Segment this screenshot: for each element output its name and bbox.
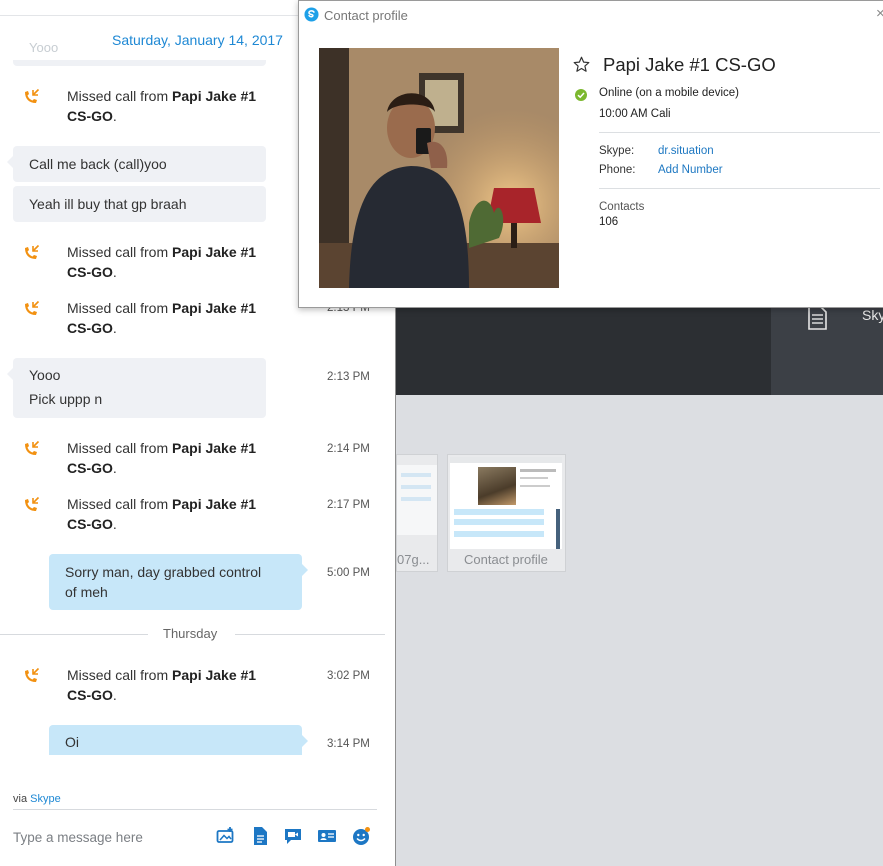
message-text: Yooo (29, 367, 61, 383)
thumbnail-preview (397, 465, 437, 535)
message-timestamp: 5:00 PM (327, 567, 370, 579)
thumbnail-label: Contact profile (464, 552, 548, 567)
missed-call-icon (25, 496, 40, 511)
message-text: Sorry man, day grabbed control (65, 564, 262, 580)
window-title: Contact profile (324, 8, 408, 23)
message-timestamp: 3:14 PM (327, 738, 370, 750)
add-number-link[interactable]: Add Number (658, 164, 723, 176)
skype-logo-icon (304, 7, 319, 22)
message-text: Call me back (call)yoo (29, 156, 167, 172)
message-input[interactable] (13, 826, 203, 848)
taskbar-thumbnail-contact-profile[interactable]: Contact profile (447, 454, 566, 572)
message-timestamp: 2:17 PM (327, 499, 370, 511)
star-icon[interactable] (573, 56, 590, 73)
incoming-message[interactable]: Yooo Pick uppp n (7, 358, 266, 418)
missed-call-icon (25, 300, 40, 315)
contact-name: Papi Jake #1 CS-GO (603, 54, 776, 75)
message-timestamp: 2:14 PM (327, 443, 370, 455)
faded-message: Yooo (29, 40, 59, 55)
day-separator-line (0, 634, 148, 635)
contact-card-icon[interactable] (317, 826, 337, 846)
missed-call-icon (25, 88, 40, 103)
day-separator-line (235, 634, 385, 635)
compose-divider (13, 809, 377, 810)
contact-profile-window: Contact profile × Papi Jake #1 CS-GO Onl… (298, 0, 883, 308)
missed-call-event: Missed call from Papi Jake #1 CS-GO. 2:17… (0, 494, 395, 536)
missed-call-event: Missed call from Papi Jake #1 CS-GO. 2:14… (0, 438, 395, 480)
message-text: Oi (65, 734, 79, 750)
message-text: Pick uppp n (29, 391, 103, 407)
missed-call-icon (25, 667, 40, 682)
bubble-tail (7, 368, 13, 380)
missed-call-text: Missed call from Papi Jake #1 CS-GO. (67, 244, 257, 280)
section-divider (599, 188, 880, 189)
bubble-tail (7, 156, 13, 168)
online-status-icon (575, 89, 587, 101)
missed-call-icon (25, 244, 40, 259)
missed-call-icon (25, 440, 40, 455)
close-button[interactable]: × (876, 5, 883, 22)
media-icon[interactable] (216, 826, 236, 846)
emoji-icon[interactable] (351, 826, 371, 846)
date-header: Saturday, January 14, 2017 (112, 32, 283, 48)
thumbnail-label: 07g... (397, 552, 430, 567)
day-separator-label: Thursday (163, 626, 218, 641)
taskbar-thumbnail[interactable]: 07g... (396, 454, 438, 572)
message-text: Yeah ill buy that gp braah (29, 196, 187, 212)
presence-status: Online (on a mobile device) (599, 87, 739, 99)
contacts-count: 106 (599, 216, 619, 228)
video-message-icon[interactable] (283, 826, 303, 846)
document-icon (808, 306, 827, 330)
missed-call-event: Missed call from Papi Jake #1 CS-GO. 3:02… (0, 665, 395, 707)
missed-call-text: Missed call from Papi Jake #1 CS-GO. (67, 496, 257, 532)
outgoing-message[interactable]: Sorry man, day grabbed control of meh (49, 554, 308, 610)
missed-call-text: Missed call from Papi Jake #1 CS-GO. (67, 667, 257, 703)
message-timestamp: 2:13 PM (327, 371, 370, 383)
profile-photo (319, 48, 559, 288)
skype-field-label: Skype: (599, 145, 635, 157)
faded-bubble (13, 60, 266, 66)
skype-id-link[interactable]: dr.situation (658, 145, 714, 157)
phone-field-label: Phone: (599, 164, 636, 176)
contacts-label: Contacts (599, 201, 645, 213)
background-tile-label: Sky (862, 307, 883, 323)
skype-link[interactable]: Skype (30, 793, 61, 805)
missed-call-text: Missed call from Papi Jake #1 CS-GO. (67, 300, 257, 336)
chat-top-divider (0, 15, 300, 16)
bubble-tail (302, 735, 308, 747)
profile-photo-image (319, 48, 559, 288)
message-timestamp: 3:02 PM (327, 670, 370, 682)
bubble-tail (302, 564, 308, 576)
missed-call-text: Missed call from Papi Jake #1 CS-GO. (67, 440, 257, 476)
incoming-message[interactable]: Yeah ill buy that gp braah (13, 186, 266, 222)
file-icon[interactable] (250, 826, 270, 846)
missed-call-text: Missed call from Papi Jake #1 CS-GO. (67, 88, 257, 124)
outgoing-message[interactable]: Oi (49, 725, 308, 755)
via-skype-note: via Skype (13, 793, 61, 805)
message-text: of meh (65, 584, 108, 600)
local-time: 10:00 AM Cali (599, 108, 671, 120)
incoming-message[interactable]: Call me back (call)yoo (7, 146, 266, 182)
thumbnail-preview (450, 457, 562, 549)
section-divider (599, 132, 880, 133)
